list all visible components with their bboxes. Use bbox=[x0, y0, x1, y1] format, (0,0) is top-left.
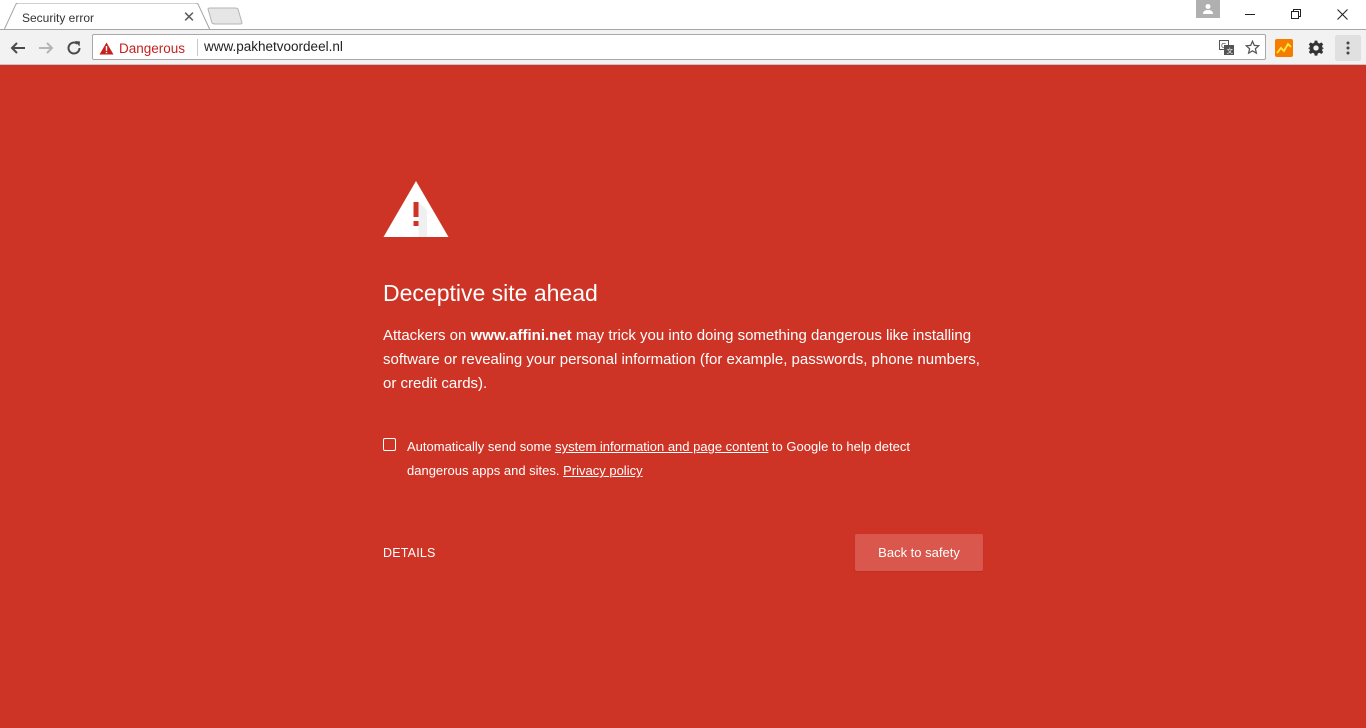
safe-browsing-interstitial: Deceptive site ahead Attackers on www.af… bbox=[0, 65, 1366, 728]
minimize-icon bbox=[1245, 14, 1255, 15]
security-label: Dangerous bbox=[119, 40, 186, 56]
back-button[interactable] bbox=[6, 36, 30, 60]
address-bar[interactable]: Dangerous www.pakhetvoordeel.nl G 文 bbox=[92, 34, 1266, 60]
person-icon bbox=[1203, 4, 1213, 14]
warning-triangle-icon bbox=[383, 181, 449, 237]
checkbox-label-prefix: Automatically send some bbox=[407, 439, 556, 454]
profile-button[interactable] bbox=[1196, 0, 1220, 18]
restore-icon bbox=[1291, 9, 1301, 19]
tab-strip: Security error ✕ bbox=[0, 0, 1366, 30]
star-icon bbox=[1244, 39, 1260, 54]
browser-toolbar: Dangerous www.pakhetvoordeel.nl G 文 bbox=[0, 29, 1366, 65]
menu-button[interactable] bbox=[1335, 35, 1361, 61]
restore-button[interactable] bbox=[1273, 0, 1319, 28]
new-tab-button[interactable] bbox=[207, 7, 243, 25]
tab-close-icon[interactable]: ✕ bbox=[181, 9, 197, 26]
minimize-button[interactable] bbox=[1227, 0, 1273, 28]
forward-arrow-icon bbox=[39, 42, 54, 54]
forward-button[interactable] bbox=[34, 36, 58, 60]
reload-icon bbox=[67, 41, 81, 55]
description-prefix: Attackers on bbox=[383, 327, 471, 344]
system-information-link[interactable]: system information and page content bbox=[555, 439, 768, 454]
extended-reporting-label[interactable]: Automatically send some system informati… bbox=[407, 435, 947, 483]
url-text[interactable]: www.pakhetvoordeel.nl bbox=[204, 39, 343, 54]
close-icon bbox=[1336, 8, 1348, 20]
security-chip[interactable]: Dangerous bbox=[99, 39, 185, 57]
active-tab[interactable]: Security error ✕ bbox=[10, 3, 204, 30]
extended-reporting-checkbox[interactable] bbox=[383, 438, 396, 451]
gear-icon bbox=[1308, 40, 1324, 56]
translate-button[interactable]: G 文 bbox=[1217, 38, 1235, 56]
chart-extension-button[interactable] bbox=[1274, 38, 1294, 58]
vertical-dots-icon bbox=[1346, 41, 1350, 55]
back-to-safety-button[interactable]: Back to safety bbox=[855, 534, 983, 571]
details-button[interactable]: DETAILS bbox=[383, 546, 436, 560]
dangerous-domain: www.affini.net bbox=[470, 327, 572, 344]
page-title: Deceptive site ahead bbox=[383, 280, 598, 306]
close-window-button[interactable] bbox=[1319, 0, 1365, 28]
reload-button[interactable] bbox=[62, 36, 86, 60]
back-arrow-icon bbox=[10, 42, 25, 54]
privacy-policy-link[interactable]: Privacy policy bbox=[563, 463, 642, 478]
warning-description: Attackers on www.affini.net may trick yo… bbox=[383, 324, 985, 396]
warning-triangle-icon bbox=[99, 42, 114, 54]
bookmark-button[interactable] bbox=[1243, 38, 1261, 56]
gear-extension-button[interactable] bbox=[1306, 38, 1326, 58]
chart-extension-icon bbox=[1275, 39, 1293, 57]
svg-text:文: 文 bbox=[1226, 46, 1233, 55]
omnibox-divider bbox=[197, 39, 198, 56]
translate-icon: G 文 bbox=[1218, 39, 1234, 55]
tab-title: Security error bbox=[22, 11, 95, 25]
